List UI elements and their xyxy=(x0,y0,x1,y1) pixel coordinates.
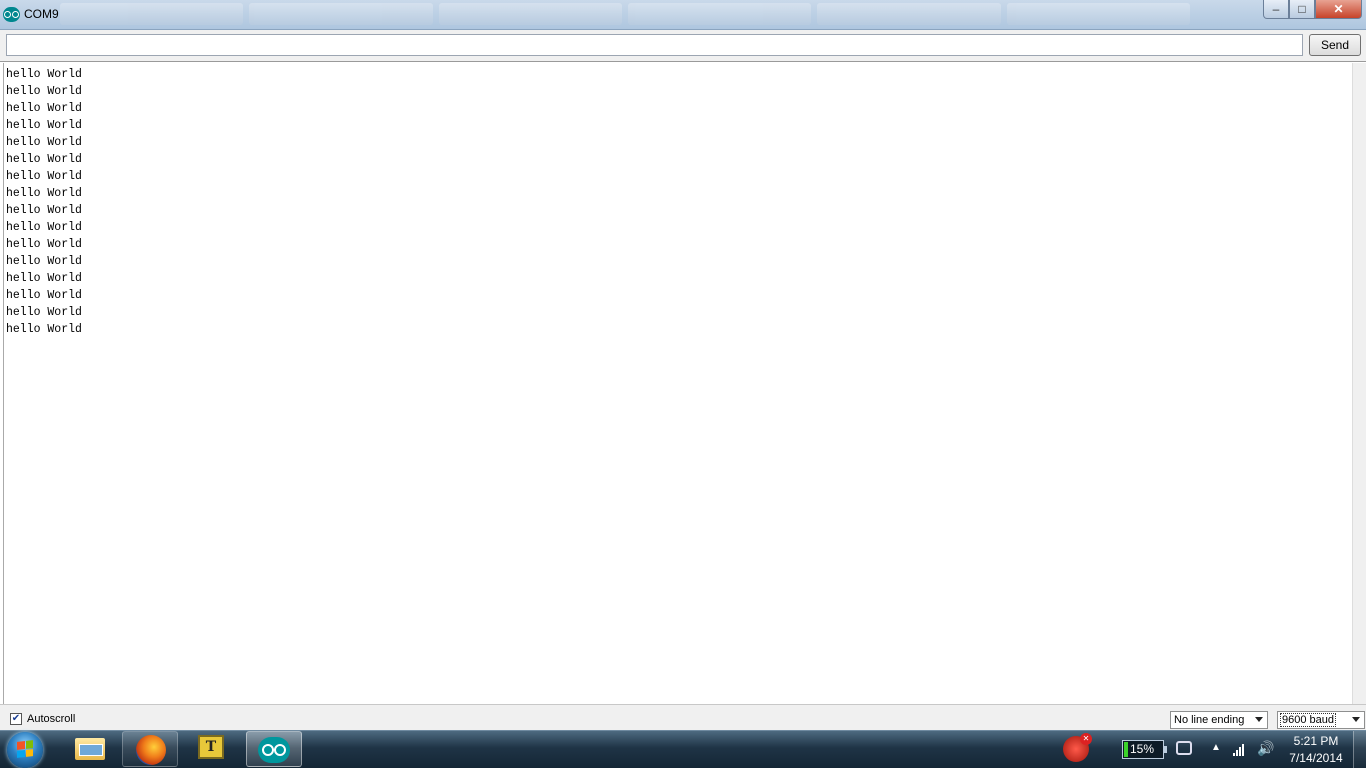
start-button[interactable] xyxy=(7,732,43,768)
taskbar-t-app[interactable]: T xyxy=(184,731,240,767)
output-lines: hello World hello World hello World hello W… xyxy=(4,63,1352,338)
output-line: hello World xyxy=(6,102,82,115)
arduino-app-icon xyxy=(3,7,20,22)
taskbar-explorer[interactable] xyxy=(60,731,116,767)
output-line: hello World xyxy=(6,221,82,234)
output-line: hello World xyxy=(6,255,82,268)
show-desktop-button[interactable] xyxy=(1353,731,1366,768)
show-hidden-icons-icon[interactable]: ▲ xyxy=(1211,742,1221,753)
line-ending-select[interactable]: No line ending xyxy=(1170,711,1268,729)
firefox-icon xyxy=(136,735,166,765)
battery-indicator[interactable]: 15% xyxy=(1122,740,1167,759)
clock-date[interactable]: 7/14/2014 xyxy=(1282,751,1350,765)
output-line: hello World xyxy=(6,289,82,302)
folder-icon xyxy=(75,738,105,760)
chevron-down-icon xyxy=(1255,717,1263,722)
autoscroll-label: Autoscroll xyxy=(27,713,76,725)
battery-percent: 15% xyxy=(1130,742,1155,756)
output-line: hello World xyxy=(6,187,82,200)
output-line: hello World xyxy=(6,170,82,183)
output-line: hello World xyxy=(6,153,82,166)
maximize-button[interactable]: □ xyxy=(1289,0,1315,19)
output-line: hello World xyxy=(6,238,82,251)
minimize-icon: – xyxy=(1272,2,1280,16)
taskbar-firefox[interactable] xyxy=(122,731,178,767)
plug-icon[interactable] xyxy=(1176,741,1192,755)
output-line: hello World xyxy=(6,306,82,319)
bottom-bar: ✔ Autoscroll No line ending 9600 baud xyxy=(0,704,1366,730)
send-row: Send xyxy=(0,30,1366,62)
output-line: hello World xyxy=(6,272,82,285)
taskbar-arduino[interactable] xyxy=(246,731,302,767)
maximize-icon: □ xyxy=(1298,2,1306,16)
output-line: hello World xyxy=(6,119,82,132)
tray-app-icon[interactable] xyxy=(1063,733,1092,762)
minimize-button[interactable]: – xyxy=(1263,0,1289,19)
baud-rate-select[interactable]: 9600 baud xyxy=(1277,711,1365,729)
line-ending-value: No line ending xyxy=(1174,714,1245,726)
autoscroll-checkbox[interactable]: ✔ xyxy=(10,713,22,725)
vertical-scrollbar[interactable] xyxy=(1352,63,1366,704)
windows-start-icon xyxy=(17,740,33,758)
serial-output[interactable]: hello World hello World hello World hello W… xyxy=(3,63,1352,704)
taskbar: T 15% ▲ 🔊 5:21 PM 7/14/2014 xyxy=(0,730,1366,768)
close-button[interactable]: ✕ xyxy=(1315,0,1362,19)
background-windows xyxy=(60,3,1190,25)
close-icon: ✕ xyxy=(1333,2,1344,16)
output-line: hello World xyxy=(6,68,82,81)
t-app-icon: T xyxy=(198,735,224,759)
baud-rate-value: 9600 baud xyxy=(1280,713,1336,727)
clock-time[interactable]: 5:21 PM xyxy=(1282,734,1350,748)
window-title: COM9 xyxy=(24,7,59,21)
arduino-icon xyxy=(258,737,290,763)
output-line: hello World xyxy=(6,85,82,98)
volume-icon[interactable]: 🔊 xyxy=(1257,740,1274,757)
signal-icon[interactable] xyxy=(1233,742,1244,756)
output-line: hello World xyxy=(6,204,82,217)
serial-input[interactable] xyxy=(6,34,1303,56)
window-controls: – □ ✕ xyxy=(1263,0,1362,19)
title-bar: COM9 – □ ✕ xyxy=(0,0,1366,30)
send-button[interactable]: Send xyxy=(1309,34,1361,56)
output-line: hello World xyxy=(6,136,82,149)
output-line: hello World xyxy=(6,323,82,336)
chevron-down-icon xyxy=(1352,717,1360,722)
